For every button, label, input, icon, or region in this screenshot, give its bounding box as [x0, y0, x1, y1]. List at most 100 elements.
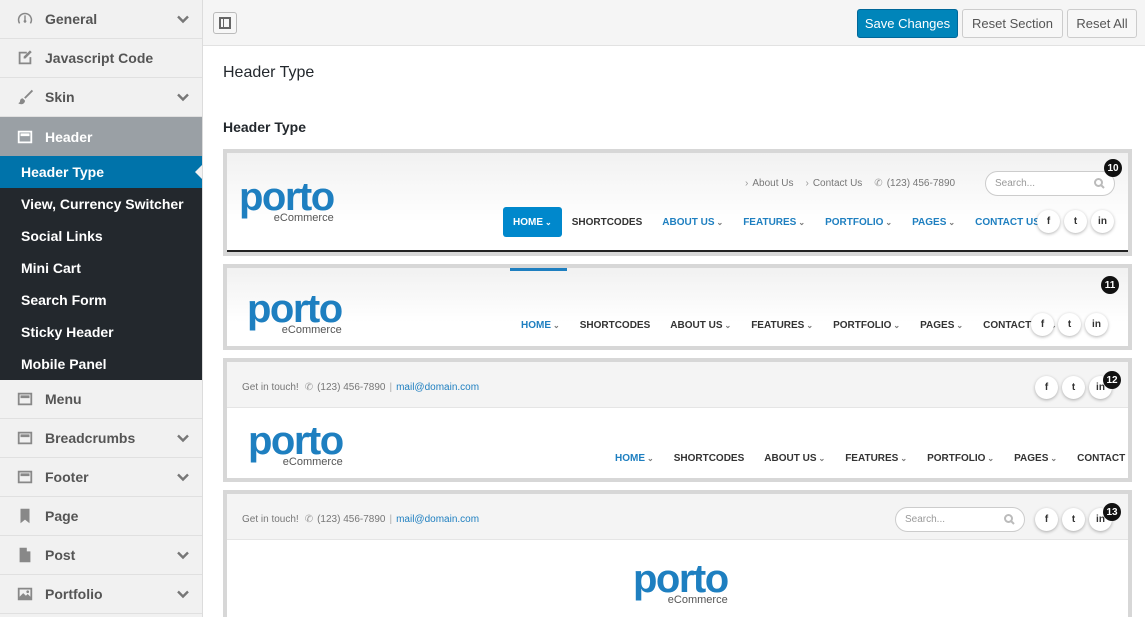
reset-all-button[interactable]: Reset All: [1067, 9, 1137, 38]
phone-text: (123) 456-7890: [317, 382, 386, 393]
header-type-option-13[interactable]: Get in touch! ✆ (123) 456-7890 | mail@doma…: [223, 490, 1132, 617]
nav-item: ABOUT US ⌄: [662, 216, 724, 228]
submenu-item-sticky-header[interactable]: Sticky Header: [0, 316, 202, 348]
nav-item: PORTFOLIO ⌄: [927, 452, 995, 464]
chevron-down-icon: [176, 431, 190, 445]
nav-item: CONTACT US⌄: [1077, 452, 1128, 464]
phone-icon: ✆: [874, 178, 883, 189]
sidebar-item-label: Breadcrumbs: [45, 430, 136, 446]
bookmark-icon: [15, 506, 35, 526]
sidebar-item-menu[interactable]: Menu: [0, 380, 202, 419]
layout-icon: [15, 389, 35, 409]
dashboard-icon: [15, 9, 35, 29]
preview-search: Search...: [985, 171, 1115, 196]
preview-contact-line: Get in touch! ✆ (123) 456-7890 | mail@doma…: [242, 514, 479, 525]
sidebar-item-label: Portfolio: [45, 586, 103, 602]
preview-social-icons: f t in: [1027, 313, 1108, 336]
nav-item: SHORTCODES: [571, 216, 643, 228]
post-icon: [15, 545, 35, 565]
layout-icon: [15, 127, 35, 147]
save-changes-button[interactable]: Save Changes: [857, 9, 958, 38]
nav-item: PAGES ⌄: [912, 216, 956, 228]
logo-word: porto: [247, 287, 343, 331]
sidebar-item-label: Skin: [45, 89, 75, 105]
linkedin-icon: in: [1085, 313, 1108, 336]
sidebar-item-breadcrumbs[interactable]: Breadcrumbs: [0, 419, 202, 458]
sidebar-item-label: Footer: [45, 469, 89, 485]
nav-item: PORTFOLIO ⌄: [825, 216, 893, 228]
nav-item: HOME ⌄: [521, 319, 560, 331]
logo-word: porto: [248, 419, 344, 463]
facebook-icon: f: [1035, 376, 1058, 399]
sidebar-toggle-button[interactable]: [213, 12, 237, 34]
submenu-item-mobile-panel[interactable]: Mobile Panel: [0, 348, 202, 380]
reset-section-button[interactable]: Reset Section: [962, 9, 1063, 38]
submenu-item-header-type[interactable]: Header Type: [0, 156, 202, 188]
chevron-down-icon: [176, 587, 190, 601]
porto-logo: porto eCommerce: [247, 287, 343, 336]
chevron-down-icon: [176, 470, 190, 484]
header-type-option-11[interactable]: porto eCommerce HOME ⌄ SHORTCODES ABOUT U…: [223, 264, 1132, 350]
sidebar-item-general[interactable]: General: [0, 0, 202, 39]
sidebar-item-label: Page: [45, 508, 79, 524]
preview-social-icons: f t in: [1033, 210, 1114, 233]
layout-icon: [15, 467, 35, 487]
sidebar-item-label: Menu: [45, 391, 82, 407]
header-type-badge: 11: [1101, 276, 1119, 294]
preview-social-icons: f t in: [1031, 508, 1112, 531]
header-submenu: Header Type View, Currency Switcher Soci…: [0, 156, 202, 380]
email-link: mail@domain.com: [396, 382, 480, 393]
preview-top-links: › About Us › Contact Us ✆ (123) 456-7890: [745, 178, 955, 189]
preview-search: Search...: [895, 507, 1025, 532]
twitter-icon: t: [1062, 508, 1085, 531]
header-type-option-10[interactable]: porto eCommerce › About Us › Contact Us ✆(…: [223, 149, 1132, 256]
sidebar-item-skin[interactable]: Skin: [0, 78, 202, 117]
submenu-item-social-links[interactable]: Social Links: [0, 220, 202, 252]
phone-icon: ✆: [304, 514, 314, 525]
separator: |: [389, 514, 393, 525]
options-sidebar: General Javascript Code Skin Header Head…: [0, 0, 203, 617]
nav-item: HOME ⌄: [615, 452, 654, 464]
twitter-icon: t: [1062, 376, 1085, 399]
nav-item: FEATURES ⌄: [751, 319, 814, 331]
preview-background: [227, 153, 1128, 252]
nav-item: ABOUT US ⌄: [764, 452, 826, 464]
active-indicator: [510, 268, 567, 271]
sidebar-item-javascript-code[interactable]: Javascript Code: [0, 39, 202, 78]
sidebar-item-portfolio[interactable]: Portfolio: [0, 575, 202, 614]
twitter-icon: t: [1058, 313, 1081, 336]
chevron-right-icon: ›: [745, 178, 749, 189]
submenu-item-view-currency-switcher[interactable]: View, Currency Switcher: [0, 188, 202, 220]
image-icon: [15, 584, 35, 604]
header-type-badge: 13: [1103, 503, 1121, 521]
header-type-option-12[interactable]: Get in touch! ✆ (123) 456-7890 | mail@doma…: [223, 358, 1132, 482]
sidebar-item-footer[interactable]: Footer: [0, 458, 202, 497]
separator: |: [389, 382, 393, 393]
preview-nav: HOME ⌄ SHORTCODES ABOUT US ⌄ FEATURES ⌄ POR…: [503, 207, 1059, 237]
header-type-badge: 12: [1103, 371, 1121, 389]
brush-icon: [15, 87, 35, 107]
sidebar-item-page[interactable]: Page: [0, 497, 202, 536]
phone-text: (123) 456-7890: [886, 178, 956, 189]
phone-icon: ✆: [304, 382, 314, 393]
porto-logo: porto eCommerce: [239, 175, 335, 224]
options-toolbar: Save Changes Reset Section Reset All: [203, 0, 1145, 46]
contact-link: Contact Us: [812, 178, 863, 189]
get-in-touch-text: Get in touch!: [242, 382, 299, 393]
nav-item: PAGES ⌄: [920, 319, 964, 331]
sidebar-item-header[interactable]: Header: [0, 117, 202, 156]
sidebar-item-post[interactable]: Post: [0, 536, 202, 575]
sidebar-item-label: Post: [45, 547, 76, 563]
sidebar-item-label: Header: [45, 128, 93, 145]
preview-nav: HOME ⌄ SHORTCODES ABOUT US ⌄ FEATURES ⌄ POR…: [605, 443, 1128, 473]
nav-item: ABOUT US ⌄: [670, 319, 732, 331]
search-icon: [1094, 178, 1105, 189]
field-title: Header Type: [223, 119, 306, 135]
submenu-item-search-form[interactable]: Search Form: [0, 284, 202, 316]
search-icon: [1004, 514, 1015, 525]
nav-item: PAGES ⌄: [1014, 452, 1058, 464]
logo-word: porto: [239, 175, 335, 219]
nav-item: HOME ⌄: [503, 207, 562, 237]
submenu-item-mini-cart[interactable]: Mini Cart: [0, 252, 202, 284]
preview-social-icons: f t in: [1031, 376, 1112, 399]
